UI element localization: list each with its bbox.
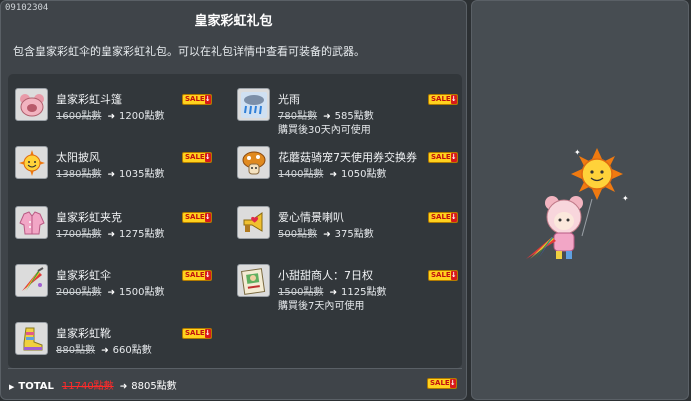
sale-badge: SALE ↓ bbox=[182, 94, 212, 105]
down-arrow-icon: ↓ bbox=[449, 379, 456, 388]
merchant-permit-icon bbox=[237, 264, 270, 297]
item-name: 皇家彩虹伞 bbox=[56, 269, 111, 282]
sale-price: 1050點數 bbox=[341, 169, 387, 180]
package-title: 皇家彩虹礼包 bbox=[194, 14, 273, 29]
sale-badge: SALE ↓ bbox=[428, 212, 458, 223]
sale-price: 1500點數 bbox=[119, 287, 165, 298]
total-row: ▶ TOTAL 11740點數 ➜ 8805點數 bbox=[9, 377, 177, 392]
sale-price: 1200點數 bbox=[119, 111, 165, 122]
original-price: 1700點數 bbox=[56, 229, 102, 240]
original-price: 1600點數 bbox=[56, 111, 102, 122]
sale-badge: SALE ↓ bbox=[182, 328, 212, 339]
down-arrow-icon: ↓ bbox=[204, 153, 211, 162]
sale-price: 1275點數 bbox=[119, 229, 165, 240]
arrow-icon: ➜ bbox=[323, 230, 331, 240]
original-price: 2000點數 bbox=[56, 287, 102, 298]
sale-badge: SALE ↓ bbox=[428, 270, 458, 281]
item-list: 皇家彩虹斗篷 1600點數 ➜ 1200點數 SALE ↓ 光雨 780點數 ➜ 585點… bbox=[8, 74, 462, 368]
arrow-icon: ➜ bbox=[329, 170, 337, 180]
arrow-icon: ➜ bbox=[107, 112, 115, 122]
item-price: 2000點數 ➜ 1500點數 bbox=[56, 283, 164, 298]
triangle-icon: ▶ bbox=[9, 383, 15, 391]
item-price: 1700點數 ➜ 1275點數 bbox=[56, 225, 164, 240]
list-item[interactable]: 皇家彩虹斗篷 1600點數 ➜ 1200點數 SALE ↓ bbox=[10, 74, 235, 126]
rain-cloud-icon bbox=[237, 88, 270, 121]
item-price: 880點數 ➜ 660點數 bbox=[56, 341, 152, 356]
item-price: 1380點數 ➜ 1035點數 bbox=[56, 165, 164, 180]
sun-cape-icon bbox=[15, 146, 48, 179]
item-name: 皇家彩虹靴 bbox=[56, 327, 111, 340]
down-arrow-icon: ↓ bbox=[204, 95, 211, 104]
list-item[interactable]: 小甜甜商人：7日权 1500點數 ➜ 1125點數 購買後7天內可使用 SALE ↓ bbox=[232, 250, 458, 312]
list-item[interactable]: 太阳披风 1380點數 ➜ 1035點數 SALE ↓ bbox=[10, 132, 235, 184]
list-item[interactable]: 花蘑菇骑宠7天使用券交换券 1400點數 ➜ 1050點數 SALE ↓ bbox=[232, 132, 458, 184]
total-original-price: 11740點數 bbox=[61, 381, 114, 392]
item-name: 皇家彩虹夹克 bbox=[56, 211, 122, 224]
total-sale-badge: SALE ↓ bbox=[427, 378, 457, 389]
sale-badge: SALE ↓ bbox=[182, 152, 212, 163]
list-item[interactable]: 皇家彩虹夹克 1700點數 ➜ 1275點數 SALE ↓ bbox=[10, 192, 235, 244]
down-arrow-icon: ↓ bbox=[450, 153, 457, 162]
preview-panel: ✦ ✦ bbox=[471, 0, 689, 400]
down-arrow-icon: ↓ bbox=[450, 95, 457, 104]
sale-price: 660點數 bbox=[112, 345, 152, 356]
arrow-icon: ➜ bbox=[119, 382, 128, 392]
svg-text:✦: ✦ bbox=[574, 148, 581, 157]
down-arrow-icon: ↓ bbox=[450, 213, 457, 222]
original-price: 1380點數 bbox=[56, 169, 102, 180]
sale-badge: SALE ↓ bbox=[428, 94, 458, 105]
item-name: 太阳披风 bbox=[56, 151, 100, 164]
total-sale-price: 8805點數 bbox=[131, 381, 177, 392]
total-divider bbox=[8, 368, 462, 369]
package-description: 包含皇家彩虹伞的皇家彩虹礼包。可以在礼包详情中查看可装备的武器。 bbox=[13, 45, 365, 58]
heart-megaphone-icon bbox=[237, 206, 270, 239]
item-name: 光雨 bbox=[278, 93, 300, 106]
rainbow-boots-icon bbox=[15, 322, 48, 355]
arrow-icon: ➜ bbox=[107, 230, 115, 240]
list-item[interactable]: 皇家彩虹靴 880點數 ➜ 660點數 SALE ↓ bbox=[10, 308, 235, 360]
item-name: 花蘑菇骑宠7天使用券交换券 bbox=[278, 151, 417, 164]
item-price: 780點數 ➜ 585點數 bbox=[278, 107, 374, 122]
item-price: 1400點數 ➜ 1050點數 bbox=[278, 165, 386, 180]
item-name: 爱心情景喇叭 bbox=[278, 211, 344, 224]
svg-text:✦: ✦ bbox=[622, 194, 629, 203]
mushroom-mount-coupon-icon bbox=[237, 146, 270, 179]
list-item[interactable]: 皇家彩虹伞 2000點數 ➜ 1500點數 SALE ↓ bbox=[10, 250, 235, 302]
down-arrow-icon: ↓ bbox=[204, 329, 211, 338]
down-arrow-icon: ↓ bbox=[204, 213, 211, 222]
arrow-icon: ➜ bbox=[107, 170, 115, 180]
list-item[interactable]: 光雨 780點數 ➜ 585點數 購買後30天內可使用 SALE ↓ bbox=[232, 74, 458, 136]
pink-bear-cape-icon bbox=[15, 88, 48, 121]
item-price: 500點數 ➜ 375點數 bbox=[278, 225, 374, 240]
package-detail-panel: 09102304 皇家彩虹礼包 包含皇家彩虹伞的皇家彩虹礼包。可以在礼包详情中查… bbox=[0, 0, 467, 400]
down-arrow-icon: ↓ bbox=[450, 271, 457, 280]
sale-price: 1035點數 bbox=[119, 169, 165, 180]
item-name: 皇家彩虹斗篷 bbox=[56, 93, 122, 106]
down-arrow-icon: ↓ bbox=[204, 271, 211, 280]
sale-price: 375點數 bbox=[334, 229, 374, 240]
original-price: 880點數 bbox=[56, 345, 96, 356]
pink-jacket-icon bbox=[15, 206, 48, 239]
list-item[interactable]: 爱心情景喇叭 500點數 ➜ 375點數 SALE ↓ bbox=[232, 192, 458, 244]
sale-badge: SALE ↓ bbox=[182, 270, 212, 281]
original-price: 500點數 bbox=[278, 229, 318, 240]
original-price: 1400點數 bbox=[278, 169, 324, 180]
item-name: 小甜甜商人：7日权 bbox=[278, 269, 373, 282]
item-note: 購買後7天內可使用 bbox=[278, 301, 365, 312]
arrow-icon: ➜ bbox=[107, 288, 115, 298]
total-label: TOTAL bbox=[18, 381, 54, 392]
sale-badge: SALE ↓ bbox=[182, 212, 212, 223]
sale-badge: SALE ↓ bbox=[428, 152, 458, 163]
character-preview-icon: ✦ ✦ bbox=[522, 141, 642, 271]
arrow-icon: ➜ bbox=[101, 346, 109, 356]
rainbow-umbrella-icon bbox=[15, 264, 48, 297]
item-price: 1600點數 ➜ 1200點數 bbox=[56, 107, 164, 122]
item-price: 1500點數 ➜ 1125點數 bbox=[278, 283, 386, 298]
